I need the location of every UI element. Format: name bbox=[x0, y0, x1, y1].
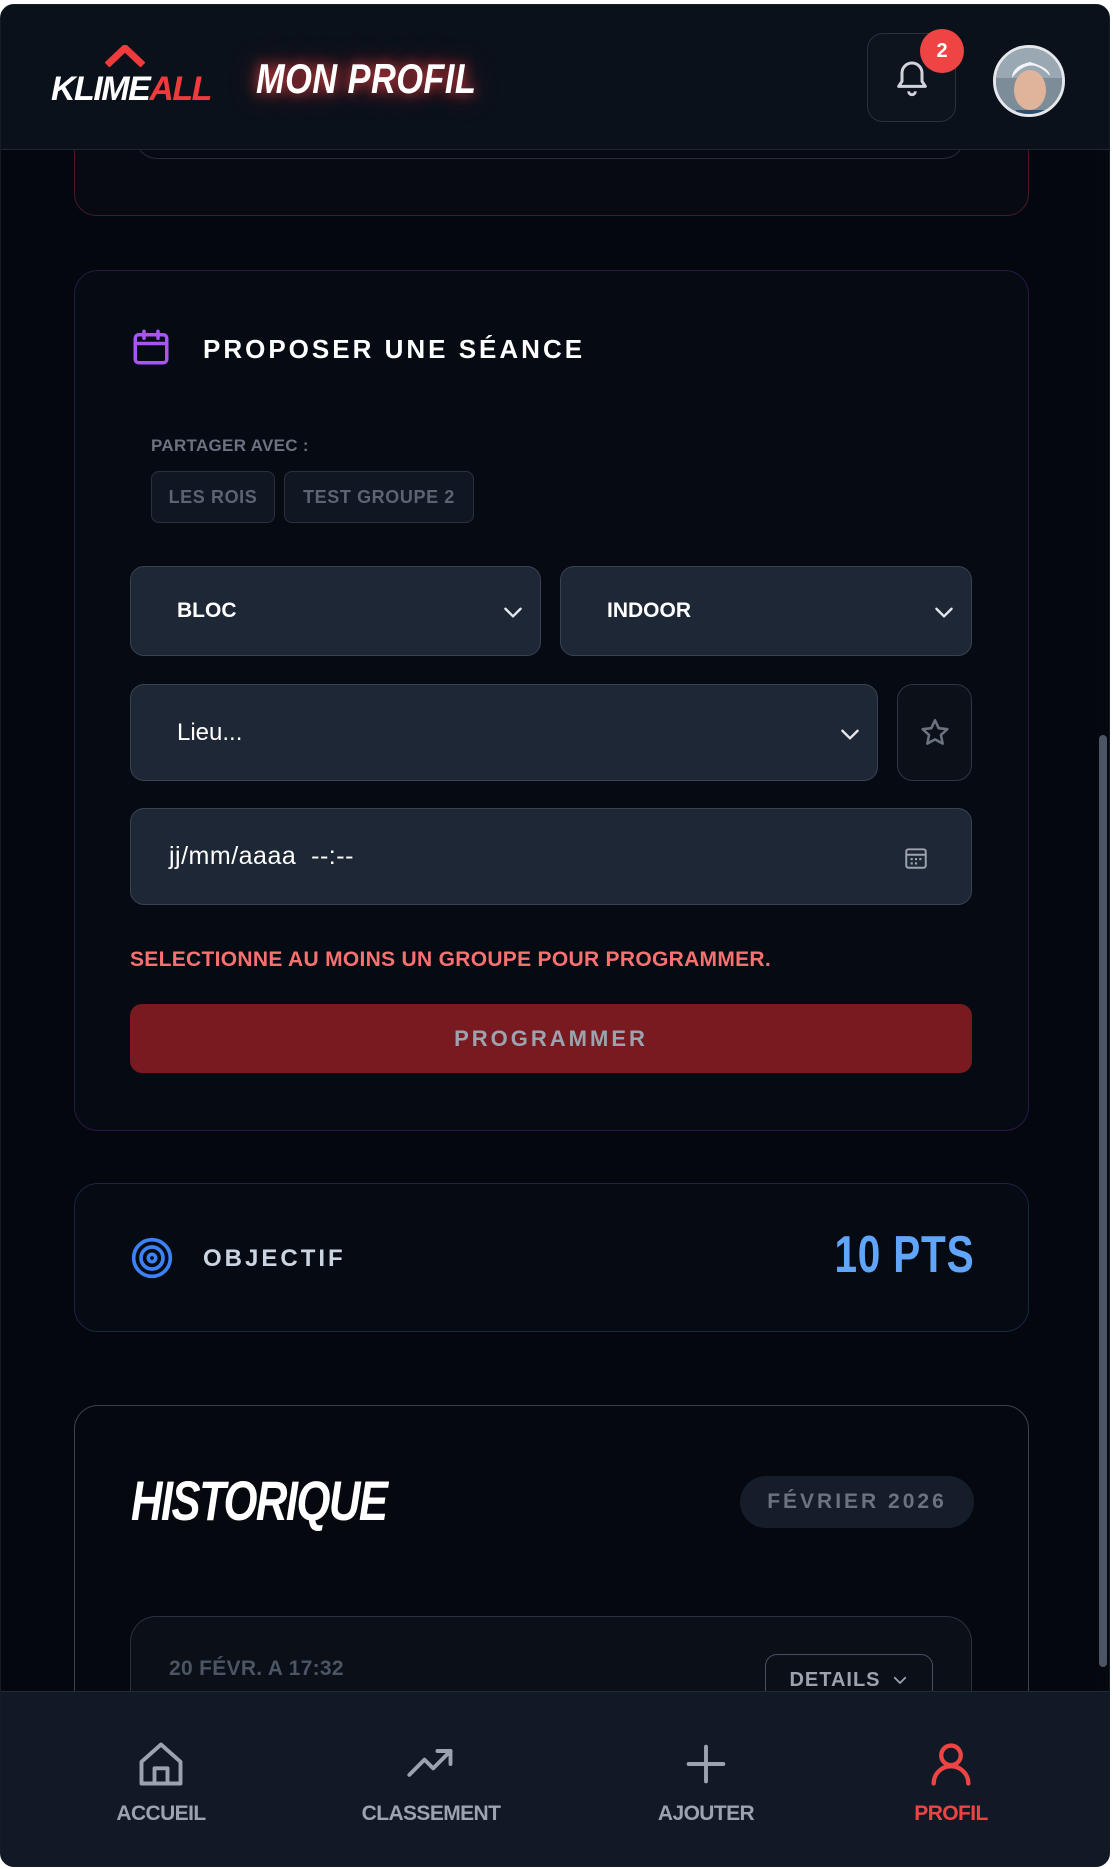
nav-item-add[interactable]: AJOUTER bbox=[636, 1692, 776, 1866]
favorite-location-button[interactable] bbox=[897, 684, 972, 781]
avatar[interactable] bbox=[993, 45, 1065, 117]
history-month-pill[interactable]: FÉVRIER 2026 bbox=[740, 1476, 974, 1528]
propose-session-card: PROPOSER UNE SÉANCE PARTAGER AVEC : LES … bbox=[74, 270, 1029, 1131]
share-with-label: PARTAGER AVEC : bbox=[151, 436, 309, 455]
calendar-icon bbox=[133, 329, 169, 365]
trending-up-icon bbox=[407, 1749, 453, 1777]
details-label: DETAILS bbox=[789, 1668, 881, 1691]
objective-title: OBJECTIF bbox=[203, 1245, 346, 1272]
climb-type-select[interactable]: BLOC bbox=[130, 566, 541, 656]
details-button[interactable]: DETAILS bbox=[765, 1654, 933, 1692]
logo-first-part: KLIME bbox=[51, 70, 151, 108]
environment-select[interactable]: INDOOR bbox=[560, 566, 972, 656]
nav-item-leaderboard[interactable]: CLASSEMENT bbox=[341, 1692, 521, 1866]
location-placeholder: Lieu... bbox=[177, 718, 243, 746]
location-select[interactable]: Lieu... bbox=[130, 684, 878, 781]
nav-item-profile[interactable]: PROFIL bbox=[881, 1692, 1021, 1866]
nav-label: CLASSEMENT bbox=[361, 1802, 501, 1825]
home-icon bbox=[139, 1742, 183, 1786]
objective-card: OBJECTIF 10 PTS bbox=[74, 1183, 1029, 1332]
main-content[interactable]: PROPOSER UNE SÉANCE PARTAGER AVEC : LES … bbox=[1, 150, 1109, 1692]
validation-warning: SELECTIONNE AU MOINS UN GROUPE POUR PROG… bbox=[130, 948, 772, 971]
datetime-placeholder: jj/mm/aaaa --:-- bbox=[169, 842, 354, 870]
datetime-input[interactable]: jj/mm/aaaa --:-- bbox=[130, 808, 972, 905]
nav-item-home[interactable]: ACCUEIL bbox=[91, 1692, 231, 1866]
group-chip[interactable]: TEST GROUPE 2 bbox=[284, 471, 474, 523]
nav-label: AJOUTER bbox=[657, 1802, 755, 1825]
logo-roof-icon bbox=[105, 45, 145, 67]
history-title: HISTORIQUE bbox=[131, 1469, 388, 1532]
chevron-down-icon bbox=[935, 607, 953, 618]
scrollbar-thumb[interactable] bbox=[1099, 735, 1107, 1667]
bottom-navigation: ACCUEIL CLASSEMENT AJOUTER PROFIL bbox=[1, 1691, 1109, 1866]
group-chip[interactable]: LES ROIS bbox=[151, 471, 275, 523]
climb-type-value: BLOC bbox=[177, 599, 237, 622]
schedule-button[interactable]: PROGRAMMER bbox=[130, 1004, 972, 1073]
logo-wordmark: KLIMEALL bbox=[51, 69, 212, 109]
chevron-down-icon bbox=[893, 1676, 906, 1684]
history-item-date: 20 FÉVR. A 17:32 bbox=[169, 1657, 344, 1680]
previous-card bbox=[74, 150, 1029, 216]
app-logo[interactable]: KLIMEALL bbox=[51, 45, 223, 115]
nav-label: PROFIL bbox=[914, 1802, 988, 1825]
propose-session-title: PROPOSER UNE SÉANCE bbox=[203, 334, 586, 364]
star-icon bbox=[920, 718, 949, 745]
calendar-picker-icon[interactable] bbox=[903, 845, 929, 871]
target-icon bbox=[131, 1237, 173, 1279]
scrollbar[interactable] bbox=[1097, 150, 1109, 1692]
avatar-photo bbox=[996, 48, 1062, 114]
notification-count-badge: 2 bbox=[920, 29, 964, 73]
logo-second-part: ALL bbox=[149, 70, 212, 108]
page-title: MON PROFIL bbox=[256, 55, 477, 102]
environment-value: INDOOR bbox=[607, 599, 691, 622]
app-header: KLIMEALL MON PROFIL 2 bbox=[1, 5, 1109, 150]
history-card: HISTORIQUE FÉVRIER 2026 20 FÉVR. A 17:32… bbox=[74, 1405, 1029, 1692]
previous-card-inner bbox=[135, 150, 965, 159]
app-window: KLIMEALL MON PROFIL 2 PROPOSER UNE SÉANC… bbox=[0, 4, 1110, 1867]
objective-points: 10 PTS bbox=[834, 1226, 974, 1284]
user-icon bbox=[931, 1743, 971, 1786]
nav-label: ACCUEIL bbox=[116, 1802, 206, 1825]
chevron-down-icon bbox=[841, 729, 859, 740]
history-item: 20 FÉVR. A 17:32 DETAILS bbox=[130, 1616, 972, 1692]
chevron-down-icon bbox=[504, 607, 522, 618]
plus-icon bbox=[686, 1744, 726, 1784]
